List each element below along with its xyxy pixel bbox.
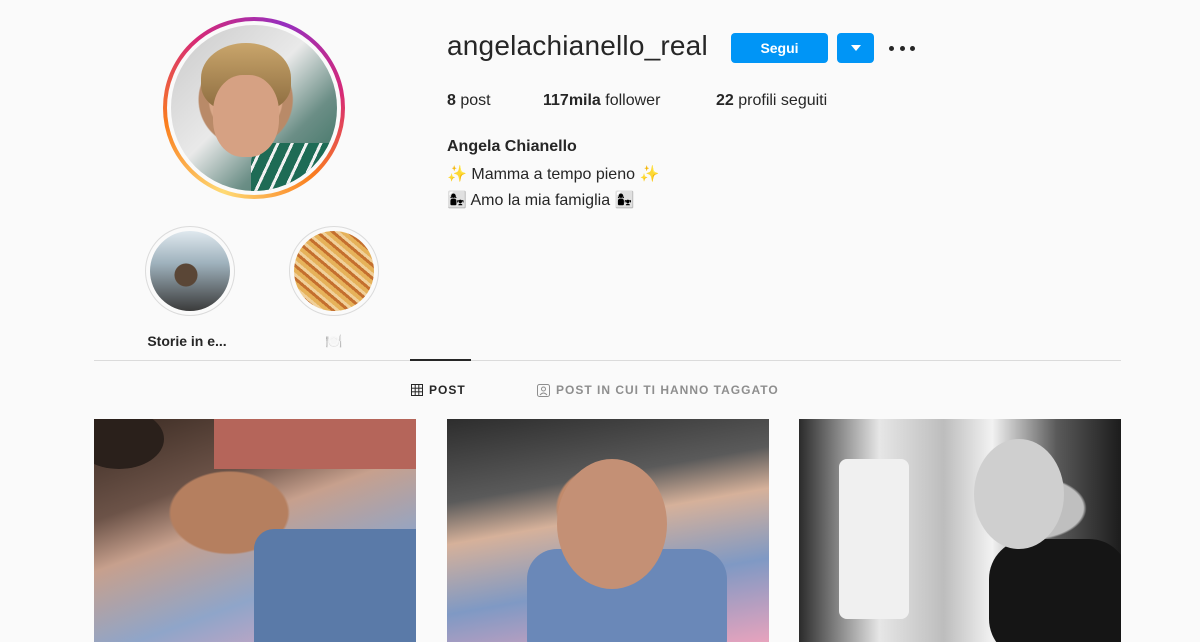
tabs-divider bbox=[94, 360, 1121, 361]
post-thumbnail[interactable] bbox=[447, 419, 769, 642]
tab-tagged[interactable]: POST IN CUI TI HANNO TAGGATO bbox=[537, 383, 779, 397]
more-options-button[interactable] bbox=[889, 38, 915, 58]
followers-count-label: follower bbox=[600, 92, 661, 109]
highlight-cover bbox=[150, 231, 230, 311]
highlight-cover bbox=[294, 231, 374, 311]
following-link[interactable]: 22 profili seguiti bbox=[716, 92, 827, 110]
profile-username: angelachianello_real bbox=[447, 30, 708, 61]
active-tab-indicator bbox=[410, 359, 471, 361]
tab-posts-label: POST bbox=[429, 383, 466, 397]
highlight-label: 🍽️ bbox=[325, 333, 343, 349]
post-photo-detail bbox=[839, 459, 909, 619]
post-photo-detail bbox=[557, 459, 667, 589]
post-photo-detail bbox=[254, 529, 416, 642]
story-highlight[interactable] bbox=[289, 226, 379, 316]
more-options-icon bbox=[889, 45, 894, 51]
post-photo-detail bbox=[214, 419, 416, 469]
bio-line: 👩‍👧 Amo la mia famiglia 👩‍👧 bbox=[447, 192, 635, 209]
post-thumbnail[interactable] bbox=[94, 419, 416, 642]
tab-posts[interactable]: POST bbox=[411, 383, 466, 397]
posts-count: 8 post bbox=[447, 92, 491, 110]
followers-count-value: 117mila bbox=[543, 92, 601, 109]
more-dot bbox=[899, 45, 905, 51]
profile-avatar[interactable] bbox=[163, 17, 345, 199]
avatar-face bbox=[213, 75, 279, 157]
more-dot bbox=[910, 45, 915, 51]
post-photo-detail bbox=[974, 439, 1064, 549]
bio-line: ✨ Mamma a tempo pieno ✨ bbox=[447, 166, 660, 183]
following-count-label: profili seguiti bbox=[733, 92, 828, 109]
grid-icon bbox=[411, 384, 423, 396]
highlight-label: Storie in e... bbox=[147, 333, 227, 349]
tagged-person-icon bbox=[537, 383, 550, 397]
tab-tagged-label: POST IN CUI TI HANNO TAGGATO bbox=[556, 383, 779, 397]
suggested-accounts-button[interactable] bbox=[837, 33, 874, 63]
avatar-photo bbox=[171, 25, 337, 191]
profile-full-name: Angela Chianello bbox=[447, 138, 577, 155]
post-photo-detail bbox=[94, 419, 164, 469]
posts-count-label: post bbox=[455, 92, 491, 109]
caret-down-icon bbox=[850, 45, 861, 51]
following-count-value: 22 bbox=[716, 92, 734, 109]
story-highlight[interactable] bbox=[145, 226, 235, 316]
post-photo-detail bbox=[989, 539, 1121, 642]
followers-link[interactable]: 117mila follower bbox=[543, 92, 660, 110]
posts-count-value: 8 bbox=[447, 92, 456, 109]
follow-button[interactable]: Segui bbox=[731, 33, 828, 63]
post-thumbnail[interactable] bbox=[799, 419, 1121, 642]
